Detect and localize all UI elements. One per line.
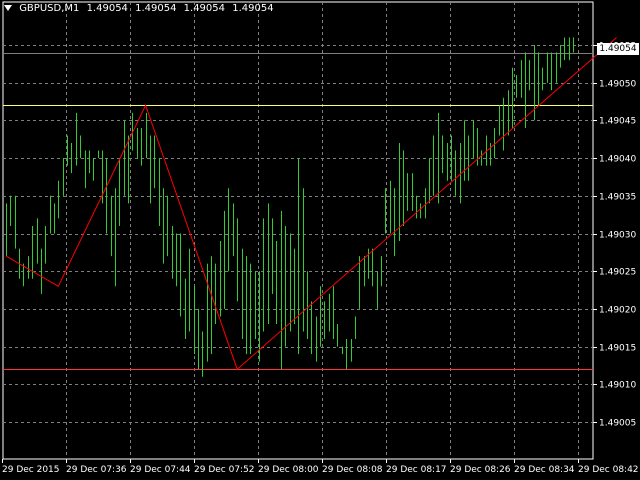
dropdown-arrow-icon[interactable] [4, 5, 12, 11]
y-tick-label: 1.49045 [599, 117, 636, 127]
close-value: 1.49054 [232, 3, 274, 14]
y-tick-label: 1.49010 [599, 381, 636, 391]
chart-header: GBPUSD,M1 1.49054 1.49054 1.49054 1.4905… [4, 3, 278, 14]
y-tick-label: 1.49025 [599, 268, 636, 278]
y-tick-label: 1.49040 [599, 155, 636, 165]
y-tick-label: 1.49015 [599, 344, 636, 354]
x-tick-label: 29 Dec 08:00 [258, 465, 319, 475]
y-tick-label: 1.49035 [599, 193, 636, 203]
x-tick-label: 29 Dec 08:42 [578, 465, 639, 475]
symbol-label: GBPUSD,M1 [19, 3, 80, 14]
x-tick-label: 29 Dec 07:36 [66, 465, 127, 475]
low-value: 1.49054 [183, 3, 226, 14]
price-chart[interactable]: 1.490551.490501.490451.490401.490351.490… [0, 0, 640, 480]
y-tick-label: 1.49050 [599, 80, 636, 90]
y-tick-label: 1.49005 [599, 419, 636, 429]
x-tick-label: 29 Dec 08:34 [514, 465, 575, 475]
open-value: 1.49054 [86, 3, 128, 14]
x-tick-label: 29 Dec 08:17 [386, 465, 447, 475]
x-tick-label: 29 Dec 07:52 [194, 465, 255, 475]
x-tick-label: 29 Dec 07:44 [130, 465, 191, 475]
current-price-tag: 1.49054 [597, 43, 639, 55]
y-tick-label: 1.49030 [599, 231, 636, 241]
high-value: 1.49054 [135, 3, 177, 14]
x-tick-label: 29 Dec 08:08 [322, 465, 383, 475]
chart-canvas[interactable]: 1.490551.490501.490451.490401.490351.490… [0, 0, 640, 480]
x-tick-label: 29 Dec 2015 [2, 465, 60, 475]
y-tick-label: 1.49020 [599, 306, 636, 316]
x-tick-label: 29 Dec 08:26 [450, 465, 511, 475]
